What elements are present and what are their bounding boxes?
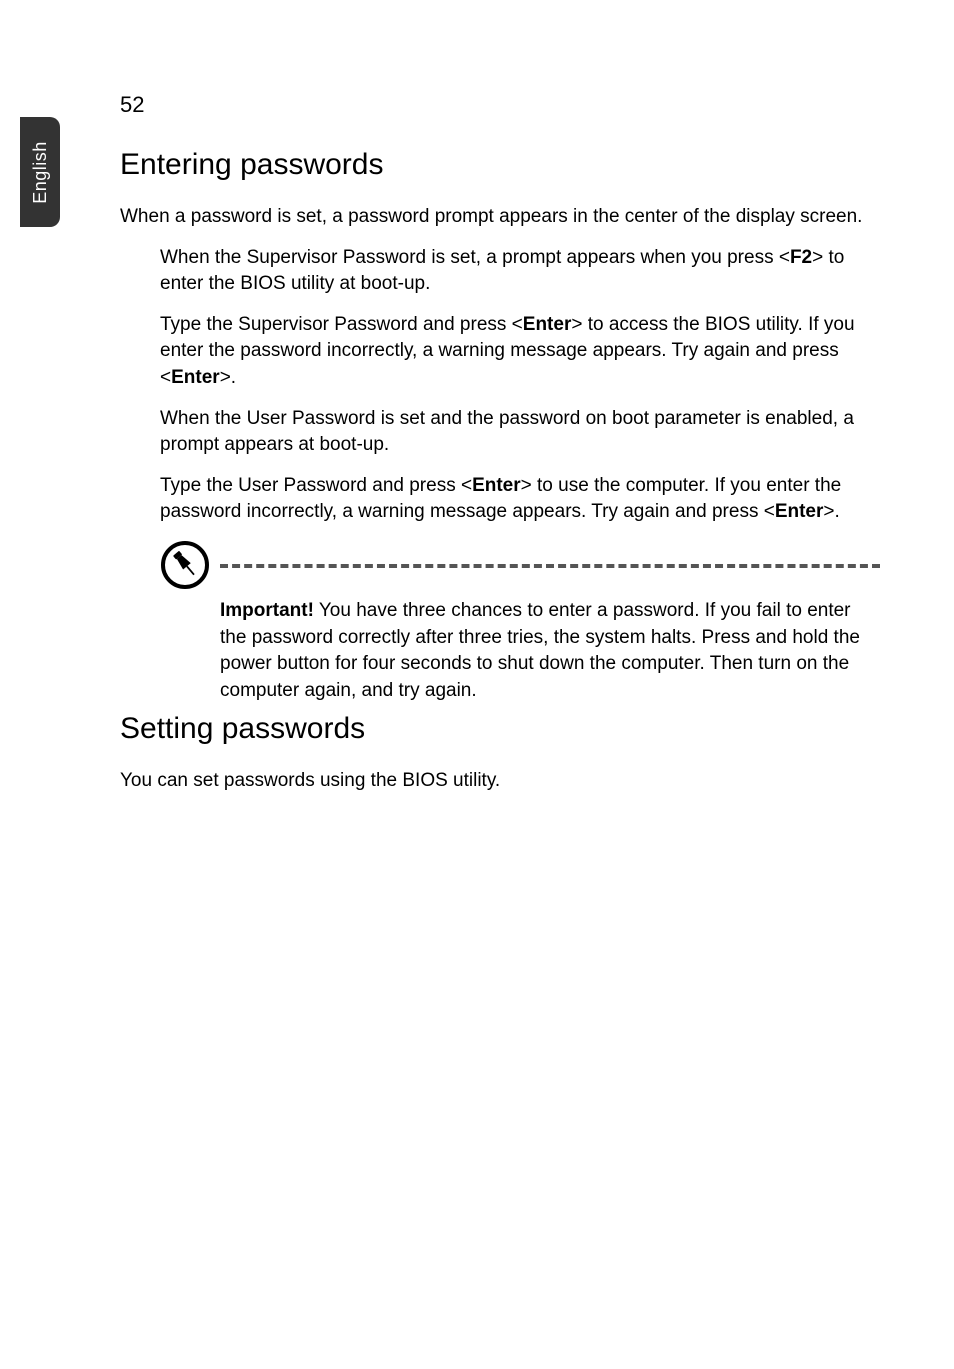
pushpin-icon	[160, 540, 210, 595]
heading-entering-passwords: Entering passwords	[120, 148, 880, 182]
text-fragment: >.	[823, 501, 839, 522]
note-body: You have three chances to enter a passwo…	[220, 600, 860, 701]
note-text: Important! You have three chances to ent…	[220, 598, 880, 704]
key-enter: Enter	[523, 314, 572, 335]
text-fragment: When the Supervisor Password is set, a p…	[160, 247, 790, 268]
setting-passwords-body: You can set passwords using the BIOS uti…	[120, 768, 880, 795]
text-fragment: >.	[220, 367, 236, 388]
content-area: Entering passwords When a password is se…	[120, 140, 880, 809]
key-f2: F2	[790, 247, 812, 268]
bullet-4: Type the User Password and press <Enter>…	[160, 473, 880, 526]
bullet-2-text: Type the Supervisor Password and press <…	[160, 312, 880, 392]
page-root: English 52 Entering passwords When a pas…	[0, 0, 954, 1369]
bullet-4-text: Type the User Password and press <Enter>…	[160, 473, 880, 526]
note-label: Important!	[220, 600, 314, 621]
bullet-1: When the Supervisor Password is set, a p…	[160, 245, 880, 298]
key-enter: Enter	[472, 475, 521, 496]
bullet-3: When the User Password is set and the pa…	[160, 406, 880, 459]
page-number: 52	[120, 92, 144, 118]
heading-setting-passwords: Setting passwords	[120, 712, 880, 746]
bullet-3-text: When the User Password is set and the pa…	[160, 406, 880, 459]
intro-paragraph: When a password is set, a password promp…	[120, 204, 880, 231]
key-enter: Enter	[775, 501, 824, 522]
language-tab: English	[20, 117, 60, 227]
bullet-2: Type the Supervisor Password and press <…	[160, 312, 880, 392]
note-block	[120, 540, 880, 592]
key-enter: Enter	[171, 367, 220, 388]
text-fragment: Type the Supervisor Password and press <	[160, 314, 523, 335]
bullet-1-text: When the Supervisor Password is set, a p…	[160, 245, 880, 298]
dashed-divider	[220, 564, 880, 568]
language-label: English	[30, 141, 51, 204]
text-fragment: Type the User Password and press <	[160, 475, 472, 496]
